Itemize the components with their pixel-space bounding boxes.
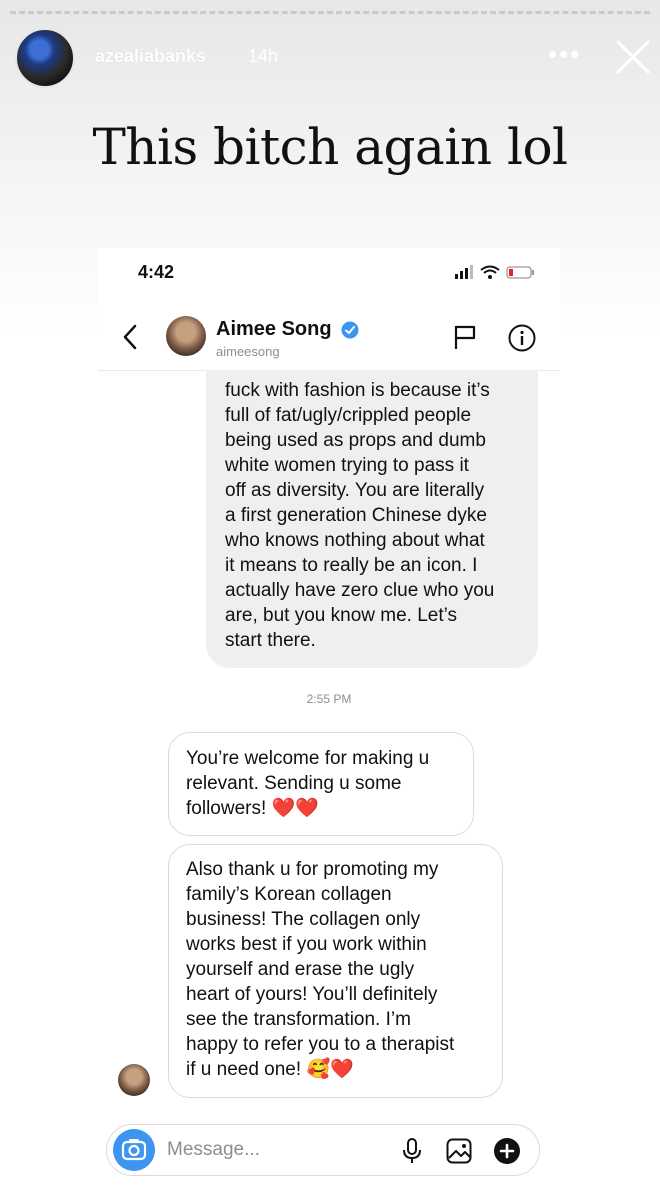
story-progress-bar — [10, 11, 650, 17]
camera-button[interactable] — [113, 1129, 155, 1171]
contact-avatar[interactable] — [166, 316, 206, 356]
emoji: 🥰❤️ — [306, 1059, 354, 1080]
verified-icon — [341, 321, 359, 339]
received-message-text: fuck with fashion is because it’s full o… — [225, 380, 495, 651]
camera-icon — [121, 1139, 147, 1161]
plus-icon[interactable] — [493, 1137, 521, 1165]
sent-message-text: You’re welcome for making u relevant. Se… — [186, 746, 456, 821]
message-composer — [106, 1124, 540, 1176]
message-input[interactable] — [167, 1139, 387, 1161]
sent-message-bubble[interactable]: Also thank u for promoting my family’s K… — [168, 844, 503, 1098]
sent-message-text: Also thank u for promoting my family’s K… — [186, 857, 485, 1082]
close-icon[interactable] — [614, 38, 652, 76]
received-message-bubble[interactable]: fuck with fashion is because it’s full o… — [206, 370, 538, 668]
sent-message-body: Also thank u for promoting my family’s K… — [186, 859, 455, 1080]
dm-header: Aimee Song aimeesong — [98, 304, 560, 371]
more-icon[interactable]: ••• — [548, 41, 581, 67]
gallery-icon[interactable] — [445, 1137, 473, 1165]
contact-name[interactable]: Aimee Song — [216, 318, 332, 341]
heart-emoji: ❤️❤️ — [271, 798, 319, 819]
story-time-ago: 14h — [248, 46, 279, 66]
status-time: 4:42 — [138, 262, 175, 282]
contact-handle: aimeesong — [216, 344, 280, 359]
dm-screenshot: 4:42 Aimee Song aimeesong fuck with fash… — [98, 248, 560, 1198]
status-icons — [455, 265, 534, 279]
story-caption: This bitch again lol — [92, 118, 568, 176]
message-timestamp: 2:55 PM — [306, 692, 352, 706]
sent-message-bubble[interactable]: You’re welcome for making u relevant. Se… — [168, 732, 474, 836]
contact-avatar-small — [118, 1064, 150, 1096]
story-avatar[interactable] — [15, 28, 75, 88]
info-icon[interactable] — [508, 324, 536, 352]
mic-icon[interactable] — [402, 1137, 422, 1165]
back-icon[interactable] — [120, 322, 140, 352]
story-username[interactable]: azealiabanks — [95, 46, 206, 67]
flag-icon[interactable] — [453, 324, 477, 350]
